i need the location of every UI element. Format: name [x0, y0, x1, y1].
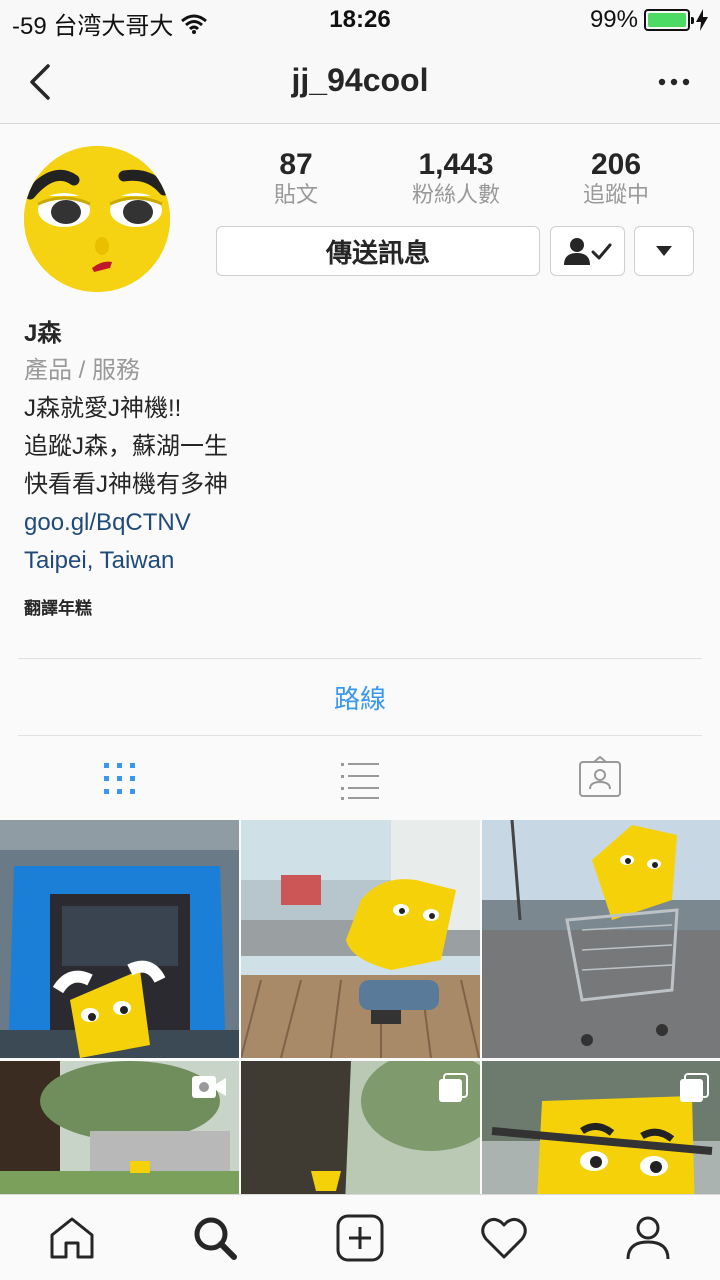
avatar[interactable]: [24, 146, 170, 292]
profile-category: 產品 / 服務: [24, 357, 141, 384]
stat-followers-label: 粉絲人數: [411, 182, 500, 207]
grid-post[interactable]: [0, 820, 239, 1058]
photo-grid: [0, 820, 720, 1195]
stat-followers-value: 1,443: [418, 148, 494, 181]
battery-info: 99%: [590, 6, 708, 34]
directions-button[interactable]: 路線: [0, 660, 720, 734]
person-check-icon: [563, 238, 611, 265]
grid-post[interactable]: [241, 820, 480, 1058]
post-image: [0, 820, 239, 1058]
heart-icon[interactable]: [479, 1213, 529, 1263]
post-image: [482, 820, 720, 1058]
message-button[interactable]: 傳送訊息: [216, 226, 540, 276]
battery-icon: [644, 9, 694, 31]
grid-icon[interactable]: [97, 756, 143, 802]
grid-post[interactable]: [0, 1061, 239, 1195]
stat-following-value: 206: [590, 148, 642, 181]
charging-icon: [696, 9, 708, 31]
tagged-icon[interactable]: [577, 756, 623, 802]
stat-followers[interactable]: 1,443 粉絲人數: [386, 148, 526, 208]
add-post-icon[interactable]: [335, 1213, 385, 1263]
grid-post[interactable]: [482, 820, 720, 1058]
profile-icon[interactable]: [623, 1213, 673, 1263]
more-horizontal-icon[interactable]: [654, 62, 694, 102]
following-button[interactable]: [550, 226, 625, 276]
stat-posts-value: 87: [279, 148, 313, 181]
bio: J森 產品 / 服務 J森就愛J神機!! 追蹤J森，蘇湖一生 快看看J神機有多神…: [24, 316, 694, 619]
divider: [18, 735, 702, 736]
view-tabs: [0, 738, 720, 818]
search-icon[interactable]: [190, 1213, 240, 1263]
stat-posts-label: 貼文: [273, 182, 318, 207]
post-image: [241, 820, 480, 1058]
mascot-face-image: [24, 146, 170, 292]
dropdown-button[interactable]: [634, 226, 694, 276]
grid-post[interactable]: [241, 1061, 480, 1195]
video-icon: [192, 1076, 226, 1098]
list-icon[interactable]: [337, 756, 383, 802]
stat-posts[interactable]: 87 貼文: [226, 148, 366, 208]
stat-following[interactable]: 206 追蹤中: [546, 148, 686, 208]
profile-name: J森: [24, 320, 62, 347]
bio-location-link[interactable]: Taipei, Taiwan: [24, 542, 694, 580]
status-bar: -59 台湾大哥大 18:26 99%: [0, 0, 720, 40]
translate-link[interactable]: 翻譯年糕: [24, 594, 694, 619]
carousel-icon: [439, 1073, 468, 1102]
grid-post[interactable]: [482, 1061, 720, 1195]
divider: [18, 658, 702, 659]
bio-line: 追蹤J森，蘇湖一生: [24, 433, 228, 460]
carousel-icon: [680, 1073, 709, 1102]
nav-bar: jj_94cool: [0, 40, 720, 124]
bio-website-link[interactable]: goo.gl/BqCTNV: [24, 504, 694, 542]
battery-level: [648, 13, 686, 27]
bio-line: J森就愛J神機!!: [24, 395, 182, 422]
home-icon[interactable]: [47, 1213, 97, 1263]
stat-following-label: 追蹤中: [582, 182, 649, 207]
caret-down-icon: [656, 246, 672, 256]
bottom-tab-bar: [0, 1194, 720, 1280]
bio-line: 快看看J神機有多神: [24, 471, 228, 498]
battery-percent: 99%: [589, 6, 638, 33]
page-title: jj_94cool: [291, 62, 429, 98]
